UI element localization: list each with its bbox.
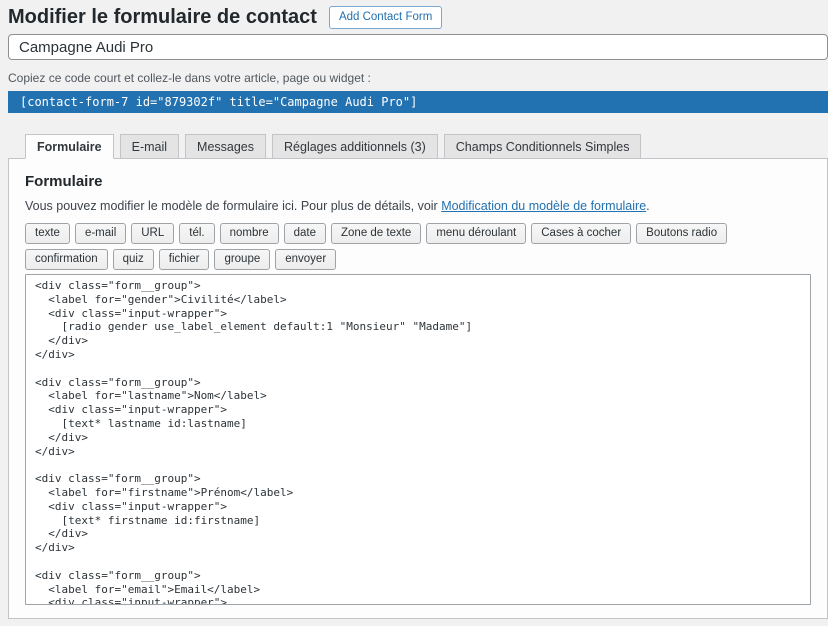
tag-button-texte[interactable]: texte	[25, 223, 70, 244]
tag-button-tel[interactable]: tél.	[179, 223, 214, 244]
tag-button-nombre[interactable]: nombre	[220, 223, 279, 244]
tag-button-boutons-radio[interactable]: Boutons radio	[636, 223, 727, 244]
page-header: Modifier le formulaire de contact Add Co…	[8, 0, 828, 30]
tab-messages[interactable]: Messages	[185, 134, 266, 159]
panel-heading: Formulaire	[25, 173, 811, 190]
form-panel: Formulaire Vous pouvez modifier le modèl…	[8, 158, 828, 619]
panel-description-period: .	[646, 199, 649, 213]
template-editing-link[interactable]: Modification du modèle de formulaire	[441, 199, 646, 213]
tab-champs-conditionnels[interactable]: Champs Conditionnels Simples	[444, 134, 642, 159]
tab-email[interactable]: E-mail	[120, 134, 179, 159]
page-title: Modifier le formulaire de contact	[8, 6, 317, 29]
tag-generator-toolbar: texte e-mail URL tél. nombre date Zone d…	[25, 223, 811, 270]
tag-button-date[interactable]: date	[284, 223, 326, 244]
tab-reglages-additionnels[interactable]: Réglages additionnels (3)	[272, 134, 438, 159]
form-title-input[interactable]	[8, 34, 828, 60]
panel-description: Vous pouvez modifier le modèle de formul…	[25, 199, 811, 213]
tag-button-cases-a-cocher[interactable]: Cases à cocher	[531, 223, 631, 244]
tag-button-fichier[interactable]: fichier	[159, 249, 210, 270]
tag-button-groupe[interactable]: groupe	[214, 249, 270, 270]
tag-button-url[interactable]: URL	[131, 223, 174, 244]
tag-button-email[interactable]: e-mail	[75, 223, 126, 244]
tag-button-zone-de-texte[interactable]: Zone de texte	[331, 223, 421, 244]
editor-tabs: Formulaire E-mail Messages Réglages addi…	[8, 134, 828, 158]
form-template-editor[interactable]: <div class="form__group"> <label for="ge…	[25, 274, 811, 605]
tag-button-quiz[interactable]: quiz	[113, 249, 154, 270]
shortcode-instruction: Copiez ce code court et collez-le dans v…	[8, 71, 828, 85]
add-contact-form-button[interactable]: Add Contact Form	[329, 6, 442, 29]
tag-button-confirmation[interactable]: confirmation	[25, 249, 108, 270]
tag-button-envoyer[interactable]: envoyer	[275, 249, 336, 270]
panel-description-text: Vous pouvez modifier le modèle de formul…	[25, 199, 441, 213]
tab-formulaire[interactable]: Formulaire	[25, 134, 114, 159]
admin-page: Modifier le formulaire de contact Add Co…	[8, 0, 828, 626]
shortcode-value[interactable]: [contact-form-7 id="879302f" title="Camp…	[8, 91, 828, 113]
tag-button-menu-deroulant[interactable]: menu déroulant	[426, 223, 526, 244]
